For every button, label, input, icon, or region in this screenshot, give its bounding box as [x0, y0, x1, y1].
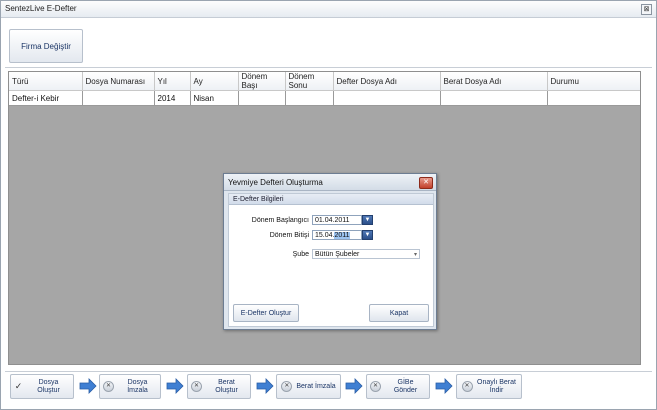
- x-circle-icon: ✕: [103, 381, 114, 392]
- table-cell[interactable]: [547, 90, 640, 106]
- table-cell[interactable]: [82, 90, 155, 106]
- change-company-button[interactable]: Firma Değiştir: [9, 29, 83, 63]
- sign-berat-button[interactable]: ✕ Berat İmzala: [276, 374, 341, 399]
- table-cell[interactable]: [333, 90, 441, 106]
- period-end-label: Dönem Bitişi: [269, 232, 309, 239]
- close-dialog-button[interactable]: Kapat: [369, 304, 429, 322]
- dialog-title-bar[interactable]: Yevmiye Defteri Oluşturma ✕: [224, 174, 436, 191]
- period-end-dropdown-icon[interactable]: ▼: [362, 230, 373, 240]
- chevron-down-icon: ▾: [413, 252, 417, 258]
- period-start-field[interactable]: 01.04.2011: [312, 215, 362, 225]
- step-label: Dosya İmzala: [127, 378, 148, 394]
- send-to-gib-button[interactable]: ✕ GİBe Gönder: [366, 374, 430, 399]
- create-file-button[interactable]: ✓ Dosya Oluştur: [10, 374, 74, 399]
- period-end-field[interactable]: 15.04.2011: [312, 230, 362, 240]
- branch-select-value: Bütün Şubeler: [315, 251, 360, 258]
- ledger-table: Türü Dosya Numarası Yıl Ay Dönem Başı Dö…: [9, 72, 640, 106]
- create-edefter-button[interactable]: E-Defter Oluştur: [233, 304, 299, 322]
- branch-label: Şube: [292, 251, 309, 258]
- column-header-type[interactable]: Türü: [9, 72, 83, 91]
- step-label: Berat Oluştur: [215, 378, 238, 394]
- x-circle-icon: ✕: [281, 381, 293, 392]
- period-end-date-text: 15.04.: [315, 232, 335, 239]
- title-bar: SentezLive E-Defter ⊠: [1, 1, 656, 18]
- x-circle-icon: ✕: [191, 381, 202, 392]
- branch-select[interactable]: Bütün Şubeler ▾: [312, 249, 420, 259]
- table-row[interactable]: Defter-i Kebir 2014 Nisan: [9, 90, 640, 106]
- arrow-right-icon: [79, 378, 97, 394]
- x-circle-icon: ✕: [370, 381, 381, 392]
- column-header-period-end[interactable]: Dönem Sonu: [285, 72, 334, 91]
- step-label: GİBe Gönder: [393, 378, 418, 394]
- period-start-label: Dönem Başlangıcı: [251, 217, 309, 224]
- step-label: Onaylı Berat İndir: [477, 378, 516, 394]
- column-header-berat-file[interactable]: Berat Dosya Adı: [440, 72, 548, 91]
- table-cell[interactable]: Defter-i Kebir: [9, 90, 83, 106]
- column-header-year[interactable]: Yıl: [154, 72, 191, 91]
- app-window: SentezLive E-Defter ⊠ Firma Değiştir Tür…: [0, 0, 657, 410]
- arrow-right-icon: [256, 378, 274, 394]
- arrow-right-icon: [435, 378, 453, 394]
- window-close-icon[interactable]: ⊠: [641, 4, 652, 15]
- create-berat-button[interactable]: ✕ Berat Oluştur: [187, 374, 251, 399]
- column-header-file-number[interactable]: Dosya Numarası: [82, 72, 155, 91]
- divider: [5, 67, 652, 68]
- column-header-ledger-file[interactable]: Defter Dosya Adı: [333, 72, 441, 91]
- period-end-year-selected: 2011: [334, 232, 350, 239]
- journal-create-dialog: Yevmiye Defteri Oluşturma ✕ E-Defter Bil…: [223, 173, 437, 330]
- table-header-row: Türü Dosya Numarası Yıl Ay Dönem Başı Dö…: [9, 72, 640, 91]
- arrow-right-icon: [345, 378, 363, 394]
- sign-file-button[interactable]: ✕ Dosya İmzala: [99, 374, 161, 399]
- table-cell[interactable]: [238, 90, 286, 106]
- download-approved-berat-button[interactable]: ✕ Onaylı Berat İndir: [456, 374, 522, 399]
- check-icon: ✓: [14, 381, 23, 391]
- dialog-close-icon[interactable]: ✕: [419, 177, 433, 189]
- period-start-dropdown-icon[interactable]: ▼: [362, 215, 373, 225]
- arrow-right-icon: [166, 378, 184, 394]
- table-cell[interactable]: [285, 90, 334, 106]
- dialog-body: E-Defter Bilgileri Dönem Başlangıcı 01.0…: [228, 193, 434, 327]
- x-circle-icon: ✕: [461, 381, 473, 392]
- table-cell[interactable]: Nisan: [190, 90, 239, 106]
- table-cell[interactable]: 2014: [154, 90, 191, 106]
- window-title: SentezLive E-Defter: [5, 4, 77, 13]
- table-cell[interactable]: [440, 90, 548, 106]
- step-label: Berat İmzala: [296, 382, 336, 390]
- column-header-month[interactable]: Ay: [190, 72, 239, 91]
- column-header-period-start[interactable]: Dönem Başı: [238, 72, 286, 91]
- dialog-title: Yevmiye Defteri Oluşturma: [228, 178, 323, 187]
- column-header-status[interactable]: Durumu: [547, 72, 640, 91]
- group-header: E-Defter Bilgileri: [229, 194, 433, 205]
- step-label: Dosya Oluştur: [37, 378, 60, 394]
